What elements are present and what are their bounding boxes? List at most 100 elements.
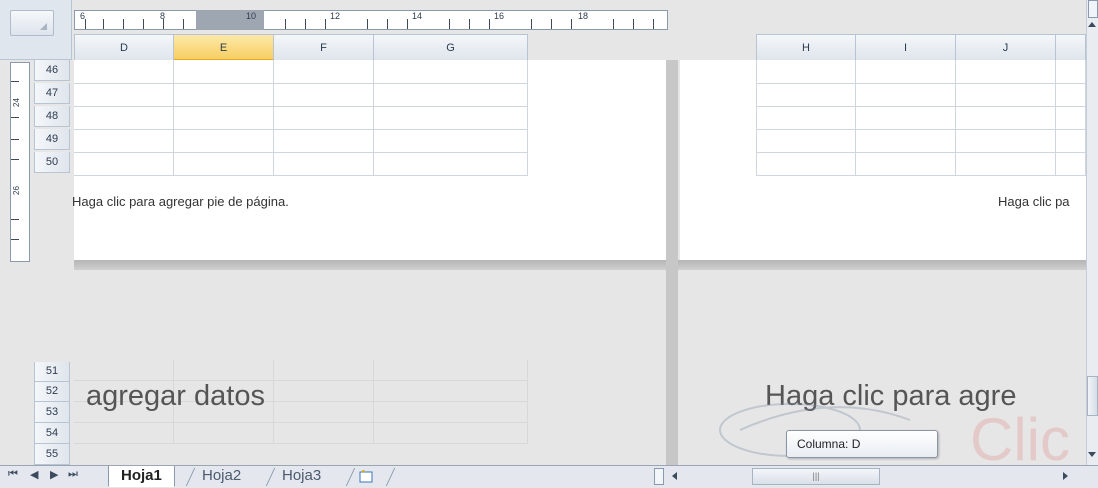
column-header-h[interactable]: H: [756, 34, 856, 61]
cell[interactable]: [274, 423, 374, 444]
scroll-down-arrow-icon[interactable]: [1088, 452, 1096, 460]
cell[interactable]: [756, 60, 856, 84]
cell[interactable]: [74, 360, 174, 381]
cell[interactable]: [1056, 84, 1086, 107]
cell[interactable]: [374, 153, 528, 176]
footer-placeholder-right[interactable]: Haga clic pa: [998, 194, 1086, 209]
footer-placeholder-left[interactable]: Haga clic para agregar pie de página.: [72, 194, 289, 209]
cell[interactable]: [374, 360, 528, 381]
row-header[interactable]: 49: [34, 129, 70, 150]
cell[interactable]: [274, 153, 374, 176]
cell[interactable]: [274, 84, 374, 107]
cell[interactable]: [174, 84, 274, 107]
header-placeholder-right[interactable]: Haga clic para agre: [765, 380, 1086, 413]
ruler-label: 12: [330, 11, 341, 21]
ruler-label: 10: [246, 11, 257, 21]
cell[interactable]: [856, 130, 956, 153]
cell[interactable]: [1056, 107, 1086, 130]
ruler-tick: [387, 19, 388, 29]
row-header[interactable]: 48: [34, 106, 70, 127]
column-header-d[interactable]: D: [74, 34, 174, 61]
cell[interactable]: [1056, 130, 1086, 153]
cell[interactable]: [74, 60, 174, 84]
row-header[interactable]: 53: [34, 402, 70, 423]
cell[interactable]: [274, 360, 374, 381]
row-header[interactable]: 50: [34, 152, 70, 173]
cell[interactable]: [374, 381, 528, 402]
column-header-f[interactable]: F: [274, 34, 374, 61]
cell[interactable]: [74, 107, 174, 130]
cell[interactable]: [174, 423, 274, 444]
row-header[interactable]: 52: [34, 382, 70, 402]
insert-sheet-icon[interactable]: [358, 469, 376, 483]
column-header-i[interactable]: I: [856, 34, 956, 61]
cell[interactable]: [756, 84, 856, 107]
cell[interactable]: [74, 84, 174, 107]
cell[interactable]: [274, 107, 374, 130]
column-header-e[interactable]: E: [174, 34, 274, 61]
tab-split-handle[interactable]: [654, 468, 664, 485]
cell[interactable]: [74, 130, 174, 153]
column-header-partial[interactable]: [1056, 34, 1086, 61]
cell[interactable]: [956, 84, 1056, 107]
sheet-tab-hoja2[interactable]: Hoja2: [190, 466, 253, 487]
cell[interactable]: [374, 402, 528, 423]
cell[interactable]: [856, 107, 956, 130]
cell[interactable]: [74, 153, 174, 176]
cell[interactable]: [856, 153, 956, 176]
cell[interactable]: [74, 423, 174, 444]
cell[interactable]: [374, 60, 528, 84]
cell[interactable]: [274, 402, 374, 423]
cell[interactable]: [756, 107, 856, 130]
cell[interactable]: [374, 84, 528, 107]
next-sheet-icon[interactable]: ▶: [50, 468, 58, 481]
header-placeholder-left[interactable]: agregar datos: [86, 380, 265, 413]
cell[interactable]: [274, 130, 374, 153]
cell[interactable]: [856, 60, 956, 84]
first-sheet-icon[interactable]: ⏮: [8, 468, 18, 481]
select-all-button[interactable]: [10, 10, 54, 36]
last-sheet-icon[interactable]: ⏭: [68, 468, 78, 481]
cell[interactable]: [174, 360, 274, 381]
cell-grid-top-right[interactable]: [756, 60, 1086, 176]
row-header[interactable]: 54: [34, 423, 70, 444]
split-box-handle[interactable]: [1088, 0, 1098, 18]
scroll-left-arrow-icon[interactable]: [668, 468, 682, 485]
cell[interactable]: [274, 60, 374, 84]
ruler-tick: [613, 19, 614, 29]
cell[interactable]: [274, 381, 374, 402]
cell[interactable]: [956, 60, 1056, 84]
cell[interactable]: [756, 130, 856, 153]
cell[interactable]: [1056, 153, 1086, 176]
cell-grid-top-left[interactable]: [74, 60, 528, 176]
sheet-tab-hoja1[interactable]: Hoja1: [108, 466, 175, 487]
cell[interactable]: [174, 130, 274, 153]
svg-text:Clic: Clic: [970, 406, 1070, 470]
cell[interactable]: [374, 130, 528, 153]
column-header-j[interactable]: J: [956, 34, 1056, 61]
cell[interactable]: [856, 84, 956, 107]
prev-sheet-icon[interactable]: ◀: [30, 468, 38, 481]
vertical-scroll-thumb[interactable]: [1087, 376, 1098, 416]
cell[interactable]: [174, 60, 274, 84]
row-header[interactable]: 47: [34, 83, 70, 104]
row-header[interactable]: 51: [34, 362, 70, 382]
horizontal-scroll-thumb[interactable]: |||: [752, 468, 880, 485]
sheet-tab-hoja3[interactable]: Hoja3: [270, 466, 333, 487]
cell[interactable]: [374, 423, 528, 444]
scroll-right-arrow-icon[interactable]: [1058, 468, 1072, 485]
cell[interactable]: [956, 153, 1056, 176]
scroll-up-arrow-icon[interactable]: [1088, 22, 1096, 30]
cell[interactable]: [174, 107, 274, 130]
row-header[interactable]: 46: [34, 60, 70, 81]
row-header[interactable]: 55: [34, 444, 70, 465]
cell[interactable]: [956, 107, 1056, 130]
ruler-tick: [85, 19, 86, 29]
ruler-tick: [551, 19, 552, 29]
cell[interactable]: [374, 107, 528, 130]
column-header-g[interactable]: G: [374, 34, 528, 61]
cell[interactable]: [756, 153, 856, 176]
cell[interactable]: [956, 130, 1056, 153]
cell[interactable]: [174, 153, 274, 176]
cell[interactable]: [1056, 60, 1086, 84]
